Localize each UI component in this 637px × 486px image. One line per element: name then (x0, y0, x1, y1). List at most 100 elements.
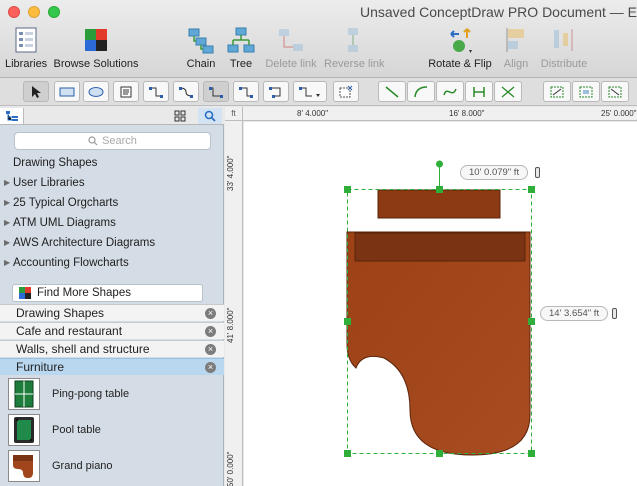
align-button[interactable]: Align (500, 26, 532, 70)
library-tree-item[interactable]: ▶ ATM UML Diagrams (0, 213, 224, 233)
reverse-link-label: Reverse link (324, 58, 385, 70)
canvas-drawing (344, 160, 535, 457)
chain-label: Chain (186, 58, 216, 70)
distribute-label: Distribute (540, 58, 588, 70)
drawing-canvas[interactable]: 10' 0.079" ft 14' 3.654" ft (244, 122, 637, 486)
libraries-label: Libraries (5, 58, 48, 70)
close-stencil-icon[interactable]: × (205, 344, 216, 355)
browse-solutions-button[interactable]: Browse Solutions (53, 26, 139, 70)
tab-grid-view[interactable] (168, 108, 192, 124)
expand-triangle-icon[interactable]: ▶ (4, 233, 10, 253)
expand-triangle-icon[interactable]: ▶ (4, 253, 10, 273)
search-icon (204, 110, 216, 122)
stencil-header[interactable]: Drawing Shapes × (0, 304, 224, 321)
library-tree-item[interactable]: Drawing Shapes (0, 153, 224, 173)
library-tree-item[interactable]: ▶ 25 Typical Orgcharts (0, 193, 224, 213)
line-tool-button[interactable] (378, 81, 406, 102)
rectangle-tool-button[interactable] (54, 81, 80, 102)
select-tool-button[interactable] (23, 81, 49, 102)
grand-piano-icon (8, 450, 40, 482)
lock-icon[interactable] (612, 308, 617, 319)
text-icon (120, 86, 132, 97)
drawing-tools-row (0, 78, 637, 106)
curve-connector-button[interactable] (173, 81, 199, 102)
resize-handle[interactable] (528, 318, 535, 325)
arc-icon (414, 85, 428, 97)
close-stencil-icon[interactable]: × (205, 308, 216, 319)
ruler-mark: 41' 8.000" (226, 307, 235, 343)
library-shape-item[interactable]: Pool table (8, 413, 101, 447)
ruler-mark: 33' 4.000" (226, 155, 235, 191)
delete-link-button[interactable]: Delete link (264, 26, 318, 70)
insert-shape-button[interactable] (333, 81, 359, 102)
library-tree-item[interactable]: ▶ Accounting Flowcharts (0, 253, 224, 273)
search-field-icon (88, 136, 98, 146)
close-stencil-icon[interactable]: × (205, 326, 216, 337)
delete-link-icon (279, 29, 303, 51)
crop-icon (579, 86, 593, 97)
tab-search[interactable] (198, 108, 222, 124)
minimize-window-button[interactable] (28, 6, 40, 18)
library-shape-item[interactable]: Ping-pong table (8, 377, 129, 411)
resize-handle[interactable] (528, 186, 535, 193)
polyline-tool-button[interactable] (465, 81, 493, 102)
distribute-button[interactable]: Distribute (538, 26, 590, 70)
resize-handle[interactable] (436, 186, 443, 193)
expand-triangle-icon[interactable]: ▶ (4, 173, 10, 193)
arc-tool-button[interactable] (407, 81, 435, 102)
chain-button[interactable]: Chain (184, 26, 218, 70)
pool-table-icon (8, 414, 40, 446)
resize-handle[interactable] (436, 450, 443, 457)
library-tree-item[interactable]: ▶ AWS Architecture Diagrams (0, 233, 224, 253)
library-tree-item[interactable]: ▶ User Libraries (0, 173, 224, 193)
bezier-tool-button[interactable] (436, 81, 464, 102)
rotation-handle[interactable] (436, 160, 443, 168)
stencil-header[interactable]: Walls, shell and structure × (0, 340, 224, 357)
tree-button[interactable]: Tree (224, 26, 258, 70)
stencil-header[interactable]: Cafe and restaurant × (0, 322, 224, 339)
expand-triangle-icon[interactable]: ▶ (4, 193, 10, 213)
smart-connector-button[interactable] (203, 81, 229, 102)
side-connector-button[interactable] (263, 81, 289, 102)
line-icon (385, 85, 399, 98)
library-shape-label: Grand piano (52, 460, 113, 472)
search-input[interactable]: Search (14, 132, 211, 150)
ellipse-tool-button[interactable] (83, 81, 109, 102)
title-bar: Unsaved ConceptDraw PRO Document — Edi L… (0, 0, 637, 78)
tab-library-tree[interactable] (0, 108, 24, 124)
stencil-header[interactable]: Furniture × (0, 358, 224, 375)
libraries-icon (15, 27, 37, 53)
expand-triangle-icon[interactable]: ▶ (4, 213, 10, 233)
find-more-shapes-button[interactable]: Find More Shapes (12, 284, 203, 302)
freehand-tool-button[interactable] (494, 81, 522, 102)
reverse-link-button[interactable]: Reverse link (324, 26, 385, 70)
close-window-button[interactable] (8, 6, 20, 18)
edit-points-button[interactable] (543, 81, 571, 102)
stencil-header-label: Furniture (16, 360, 65, 374)
rectangle-icon (59, 87, 75, 96)
resize-handle[interactable] (344, 318, 351, 325)
rotate-flip-icon (450, 28, 472, 53)
library-shape-label: Pool table (52, 424, 101, 436)
round-connector-button[interactable] (233, 81, 259, 102)
resize-handle[interactable] (344, 450, 351, 457)
maximize-window-button[interactable] (48, 6, 60, 18)
tree-icon (227, 27, 255, 53)
vertical-ruler: 33' 4.000" 41' 8.000" 50' 0.000" (225, 121, 243, 486)
rotate-flip-button[interactable]: Rotate & Flip (428, 26, 492, 70)
text-tool-button[interactable] (113, 81, 139, 102)
lock-icon[interactable] (535, 167, 540, 178)
align-icon (506, 28, 524, 52)
close-stencil-icon[interactable]: × (205, 362, 216, 373)
connector-style-dropdown[interactable] (293, 81, 327, 102)
group-edit-button[interactable] (601, 81, 629, 102)
distribute-icon (554, 29, 573, 51)
align-label: Align (503, 58, 529, 70)
libraries-button[interactable]: Libraries (5, 26, 47, 70)
grand-piano-shape[interactable] (346, 189, 531, 456)
resize-handle[interactable] (344, 186, 351, 193)
connector-tool-button[interactable] (143, 81, 169, 102)
crop-button[interactable] (572, 81, 600, 102)
resize-handle[interactable] (528, 450, 535, 457)
library-shape-item[interactable]: Grand piano (8, 449, 113, 483)
